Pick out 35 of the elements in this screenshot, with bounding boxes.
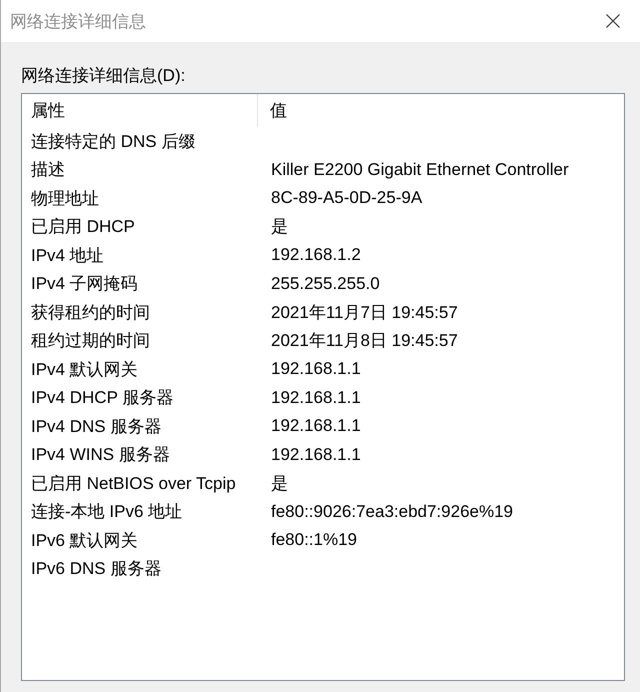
property-cell-text: 已启用 DHCP xyxy=(30,216,136,238)
column-header[interactable]: 值 xyxy=(258,94,624,127)
property-cell-text: IPv4 地址 xyxy=(30,244,105,267)
value-cell-text: 2021年11月8日 19:45:57 xyxy=(270,330,459,352)
value-cell-text: 192.168.1.1 xyxy=(270,386,362,409)
value-cell-text: 是 xyxy=(270,472,289,495)
property-cell-text: IPv4 DHCP 服务器 xyxy=(30,387,174,410)
value-cell-text: 255.255.255.0 xyxy=(270,272,381,295)
value-cell-text: 192.168.1.2 xyxy=(270,244,362,266)
property-cell-text: 物理地址 xyxy=(30,188,100,210)
property-cell-text: 连接特定的 DNS 后缀 xyxy=(30,130,196,153)
property-cell-text: 描述 xyxy=(30,159,66,182)
property-cell-text: 连接-本地 IPv6 地址 xyxy=(30,501,184,524)
property-cell-text: 获得租约的时间 xyxy=(30,302,151,324)
value-cell-text: 2021年11月7日 19:45:57 xyxy=(270,302,459,324)
property-cell-text: 租约过期的时间 xyxy=(30,330,151,352)
property-cell-text: 已启用 NetBIOS over Tcpip xyxy=(30,472,237,495)
property-cell-text: IPv6 DNS 服务器 xyxy=(30,558,162,580)
value-cell-text: 192.168.1.1 xyxy=(270,444,362,466)
property-cell-text: IPv4 子网掩码 xyxy=(30,273,139,296)
value-cell-text: 192.168.1.1 xyxy=(270,358,362,380)
value-cell-text: fe80::1%19 xyxy=(270,529,358,552)
column-header[interactable]: 属性 xyxy=(22,94,258,127)
property-cell-text: IPv4 DNS 服务器 xyxy=(30,416,162,438)
close-icon xyxy=(606,14,620,28)
property-cell-text: IPv4 默认网关 xyxy=(30,358,139,381)
value-cell-text: 192.168.1.1 xyxy=(270,415,362,438)
value-cell-text: 8C-89-A5-0D-25-9A xyxy=(270,187,424,210)
value-cell-text: fe80::9026:7ea3:ebd7:926e%19 xyxy=(270,500,514,523)
property-cell-text: IPv6 默认网关 xyxy=(30,530,139,552)
window-title: 网络连接详细信息 xyxy=(10,10,146,32)
property-cell-text: IPv4 WINS 服务器 xyxy=(30,444,171,466)
value-cell-text: 是 xyxy=(270,216,289,238)
details-label: 网络连接详细信息(D): xyxy=(21,66,186,86)
value-cell-text: Killer E2200 Gigabit Ethernet Controller xyxy=(270,158,570,181)
